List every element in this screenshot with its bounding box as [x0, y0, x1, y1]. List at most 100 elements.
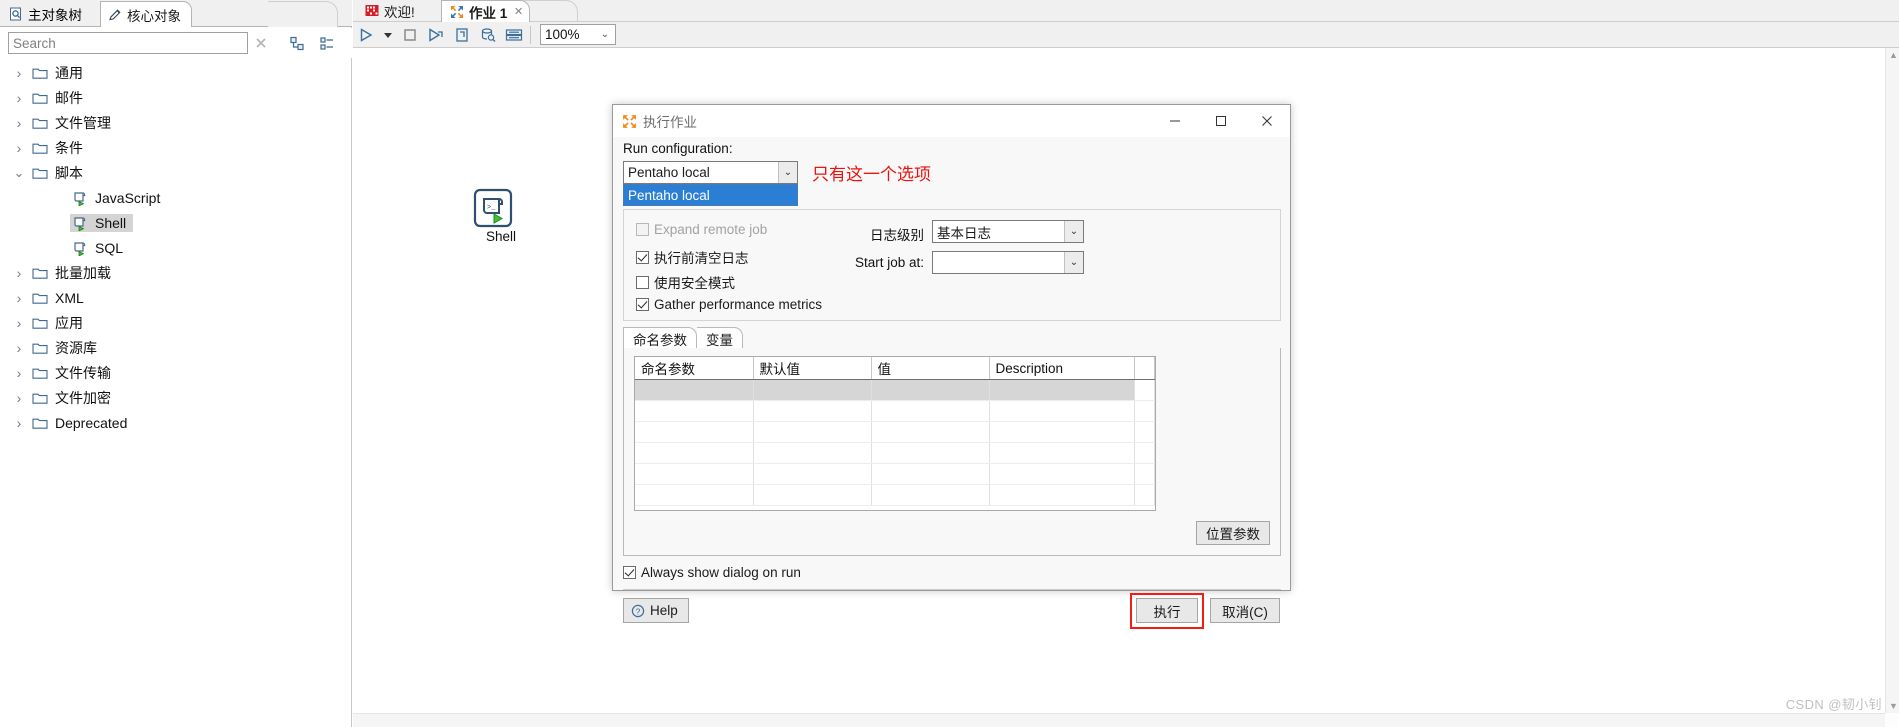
tree-item[interactable]: › Deprecated [0, 410, 350, 435]
tab-welcome[interactable]: 欢迎! [357, 0, 423, 22]
stop-button[interactable] [397, 23, 423, 47]
zoom-level-select[interactable]: 100% ⌄ [540, 24, 616, 45]
table-cell[interactable] [635, 463, 754, 485]
help-button[interactable]: ? Help [623, 598, 689, 623]
chevron-right-icon[interactable]: › [8, 415, 30, 431]
table-cell[interactable] [989, 484, 1135, 506]
search-input[interactable] [8, 32, 248, 54]
table-cell[interactable] [635, 379, 754, 401]
tab-main-object-tree[interactable]: 主对象树 [2, 1, 92, 26]
table-cell[interactable] [753, 484, 872, 506]
tree-item[interactable]: Shell [0, 210, 350, 235]
table-row[interactable] [635, 421, 1155, 443]
dialog-titlebar[interactable]: 执行作业 [613, 105, 1290, 137]
tree-item[interactable]: › 资源库 [0, 335, 350, 360]
run-button[interactable] [353, 23, 379, 47]
tree-item[interactable]: › 文件加密 [0, 385, 350, 410]
tab-core-objects[interactable]: 核心对象 [100, 1, 192, 27]
table-cell[interactable] [753, 379, 872, 401]
table-row[interactable] [635, 463, 1155, 485]
table-cell[interactable] [871, 442, 990, 464]
chevron-right-icon[interactable]: › [8, 65, 30, 81]
column-header-value[interactable]: 值 [871, 357, 990, 380]
chevron-right-icon[interactable]: › [8, 340, 30, 356]
canvas-vertical-scrollbar[interactable]: ▲ ▼ [1885, 48, 1899, 713]
tree-item[interactable]: › 文件管理 [0, 110, 350, 135]
run-configuration-dropdown-list[interactable]: Pentaho local [623, 184, 798, 206]
table-cell[interactable] [871, 463, 990, 485]
chevron-right-icon[interactable]: › [8, 390, 30, 406]
run-options-dropdown[interactable] [379, 23, 397, 47]
collapse-all-icon[interactable] [284, 30, 310, 56]
clear-search-icon[interactable] [248, 30, 274, 56]
positional-parameters-button[interactable]: 位置参数 [1196, 521, 1270, 545]
tab-job-1[interactable]: 作业 1 ✕ [441, 0, 531, 22]
tree-item[interactable]: SQL [0, 235, 350, 260]
tree-item[interactable]: › 邮件 [0, 85, 350, 110]
tree-item[interactable]: › 批量加载 [0, 260, 350, 285]
close-icon[interactable]: ✕ [514, 5, 523, 18]
debug-button[interactable] [449, 23, 475, 47]
log-level-select[interactable]: 基本日志 ⌄ [932, 220, 1084, 243]
table-cell[interactable] [989, 463, 1135, 485]
table-cell[interactable] [635, 484, 754, 506]
minimize-button[interactable] [1152, 105, 1198, 136]
table-cell[interactable] [753, 442, 872, 464]
preview-button[interactable] [423, 23, 449, 47]
column-header-description[interactable]: Description [989, 357, 1135, 380]
table-cell[interactable] [871, 379, 990, 401]
table-cell[interactable] [635, 442, 754, 464]
chevron-down-icon[interactable]: ⌄ [8, 165, 30, 181]
table-row[interactable] [635, 400, 1155, 422]
start-job-at-select[interactable]: ⌄ [932, 251, 1084, 274]
table-row[interactable] [635, 442, 1155, 464]
execute-button[interactable]: 执行 [1136, 598, 1198, 623]
maximize-button[interactable] [1198, 105, 1244, 136]
canvas-node-shell[interactable]: >_ Shell [473, 188, 529, 244]
chevron-right-icon[interactable]: › [8, 140, 30, 156]
tree-item[interactable]: ⌄ 脚本 [0, 160, 350, 185]
scroll-up-icon[interactable]: ▲ [1889, 50, 1898, 60]
close-icon[interactable] [1244, 105, 1290, 136]
table-cell[interactable] [871, 400, 990, 422]
checkbox-gather-metrics[interactable]: Gather performance metrics [636, 297, 822, 312]
table-row[interactable] [635, 484, 1155, 506]
chevron-right-icon[interactable]: › [8, 115, 30, 131]
table-cell[interactable] [753, 400, 872, 422]
scroll-down-icon[interactable]: ▼ [1889, 701, 1898, 711]
table-cell[interactable] [635, 421, 754, 443]
column-header-default[interactable]: 默认值 [753, 357, 872, 380]
chevron-right-icon[interactable]: › [8, 365, 30, 381]
run-configuration-select[interactable]: Pentaho local ⌄ [623, 161, 798, 184]
chevron-right-icon[interactable]: › [8, 265, 30, 281]
tree-item[interactable]: › 文件传输 [0, 360, 350, 385]
parameters-table[interactable]: 命名参数 默认值 值 Description [634, 356, 1156, 511]
table-cell[interactable] [871, 421, 990, 443]
run-configuration-option[interactable]: Pentaho local [624, 185, 797, 205]
table-row[interactable] [635, 379, 1155, 401]
cancel-button[interactable]: 取消(C) [1210, 598, 1280, 623]
tree-item[interactable]: › 应用 [0, 310, 350, 335]
table-cell[interactable] [871, 484, 990, 506]
tree-item[interactable]: › 条件 [0, 135, 350, 160]
column-header-name[interactable]: 命名参数 [635, 357, 754, 380]
table-cell[interactable] [989, 442, 1135, 464]
table-cell[interactable] [989, 379, 1135, 401]
grid-icon[interactable] [501, 23, 527, 47]
tree-item[interactable]: JavaScript [0, 185, 350, 210]
tab-variables[interactable]: 变量 [697, 327, 743, 349]
table-cell[interactable] [989, 400, 1135, 422]
checkbox-safe-mode[interactable]: 使用安全模式 [636, 272, 735, 292]
table-cell[interactable] [753, 421, 872, 443]
checkbox-always-show-dialog[interactable]: Always show dialog on run [623, 565, 801, 580]
canvas-horizontal-scrollbar[interactable] [353, 713, 1885, 727]
chevron-right-icon[interactable]: › [8, 315, 30, 331]
checkbox-expand-remote-job[interactable]: Expand remote job [636, 222, 767, 237]
table-cell[interactable] [989, 421, 1135, 443]
tree-item[interactable]: › XML [0, 285, 350, 310]
expand-all-icon[interactable] [314, 30, 340, 56]
tab-named-parameters[interactable]: 命名参数 [623, 327, 697, 349]
inspect-data-button[interactable] [475, 23, 501, 47]
core-objects-tree[interactable]: › 通用 › 邮件 › 文件管理 › 条件 ⌄ 脚本 JavaScript Shell SQL › 批量加载… [0, 60, 350, 720]
table-cell[interactable] [753, 463, 872, 485]
